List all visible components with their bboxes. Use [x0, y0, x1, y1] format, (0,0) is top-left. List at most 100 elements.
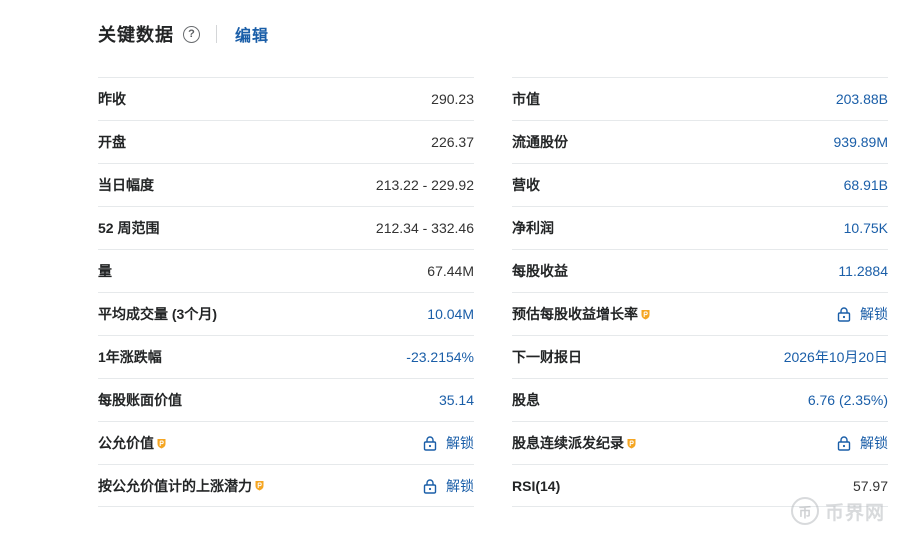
data-row: 下一财报日 2026年10月20日: [512, 335, 888, 378]
row-label: 按公允价值计的上涨潜力: [98, 476, 264, 496]
row-value-link[interactable]: 203.88B: [836, 91, 888, 107]
section-title: 关键数据: [98, 25, 174, 45]
data-row: 当日幅度 213.22 - 229.92: [98, 163, 474, 206]
row-value-link[interactable]: 2026年10月20日: [784, 347, 888, 367]
row-label: 当日幅度: [98, 175, 154, 195]
data-row: 股息 6.76 (2.35%): [512, 378, 888, 421]
row-label: 营收: [512, 175, 540, 195]
data-row: 营收 68.91B: [512, 163, 888, 206]
data-row: 开盘 226.37: [98, 120, 474, 163]
row-label: 下一财报日: [512, 347, 582, 367]
data-row: 每股账面价值 35.14: [98, 378, 474, 421]
data-row: 按公允价值计的上涨潜力 解锁: [98, 464, 474, 507]
row-label: 流通股份: [512, 132, 568, 152]
question-circle-icon[interactable]: ?: [183, 25, 200, 43]
watermark-text: 币界网: [825, 502, 886, 524]
row-label: 昨收: [98, 89, 126, 109]
row-label: 量: [98, 261, 112, 281]
left-data-column: 昨收 290.23 开盘 226.37 当日幅度 213.22 - 229.92 52 周范…: [98, 77, 474, 507]
data-row: 每股收益 11.2884: [512, 249, 888, 292]
unlock-button[interactable]: 解锁: [422, 476, 474, 496]
row-value-link[interactable]: 6.76 (2.35%): [808, 392, 888, 408]
edit-link[interactable]: 编辑: [235, 22, 269, 46]
data-row: 股息连续派发纪录 解锁: [512, 421, 888, 464]
row-value: 212.34 - 332.46: [375, 220, 474, 236]
row-value-link[interactable]: 35.14: [439, 392, 474, 408]
row-label-text: 流通股份: [512, 134, 568, 150]
row-label: 股息: [512, 390, 540, 410]
pro-badge-icon: [627, 438, 636, 449]
row-label: RSI(14): [512, 478, 560, 494]
row-value: 67.44M: [427, 263, 474, 279]
unlock-label: 解锁: [446, 477, 474, 494]
data-row: 市值 203.88B: [512, 77, 888, 120]
row-label: 净利润: [512, 218, 554, 238]
row-label: 平均成交量 (3个月): [98, 304, 217, 324]
row-value: 57.97: [852, 477, 888, 494]
unlock-label: 解锁: [860, 306, 888, 322]
lock-icon: [836, 306, 852, 322]
unlock-button[interactable]: 解锁: [836, 433, 888, 453]
data-row: 52 周范围 212.34 - 332.46: [98, 206, 474, 249]
row-label: 预估每股收益增长率: [512, 304, 650, 324]
pro-badge-icon: [641, 309, 650, 320]
row-value-link[interactable]: 10.75K: [844, 220, 888, 236]
row-label-text: 量: [98, 263, 112, 279]
pro-badge-icon: [255, 480, 264, 491]
row-label-text: 每股收益: [512, 263, 568, 279]
row-label: 52 周范围: [98, 218, 159, 238]
data-row: 净利润 10.75K: [512, 206, 888, 249]
row-value-link[interactable]: -23.2154%: [406, 349, 474, 365]
row-value-link[interactable]: 939.89M: [834, 134, 888, 150]
data-row: 昨收 290.23: [98, 77, 474, 120]
pro-badge-icon: [157, 438, 166, 449]
row-label: 每股收益: [512, 261, 568, 281]
watermark-logo: 币 币界网: [791, 497, 885, 525]
row-label-text: 按公允价值计的上涨潜力: [98, 477, 252, 494]
row-value-link[interactable]: 11.2884: [838, 263, 888, 279]
row-label-text: 52 周范围: [98, 220, 160, 236]
row-label-text: 市值: [512, 91, 540, 107]
row-label-text: 营收: [512, 177, 540, 193]
row-label-text: 净利润: [512, 220, 554, 236]
data-row: 流通股份 939.89M: [512, 120, 888, 163]
data-row: 1年涨跌幅 -23.2154%: [98, 335, 474, 378]
row-label-text: 1年涨跌幅: [98, 349, 162, 365]
right-data-column: 市值 203.88B 流通股份 939.89M 营收 68.91B 净利润 10.75K 每股收…: [512, 77, 888, 507]
row-value-link[interactable]: 68.91B: [844, 177, 888, 193]
header-divider: [216, 25, 217, 43]
row-label-text: 平均成交量 (3个月): [98, 306, 217, 322]
row-value: 290.23: [431, 91, 474, 107]
row-label: 市值: [512, 89, 540, 109]
lock-icon: [836, 435, 852, 451]
row-label: 每股账面价值: [98, 390, 182, 410]
data-row: 平均成交量 (3个月) 10.04M: [98, 292, 474, 335]
unlock-label: 解锁: [446, 435, 474, 451]
data-row: 预估每股收益增长率 解锁: [512, 292, 888, 335]
row-label-text: 下一财报日: [512, 349, 582, 365]
data-row: 量 67.44M: [98, 249, 474, 292]
row-value-link[interactable]: 10.04M: [427, 306, 474, 322]
unlock-button[interactable]: 解锁: [836, 304, 888, 324]
key-data-header: 关键数据 ? 编辑: [98, 20, 269, 48]
unlock-label: 解锁: [860, 435, 888, 451]
row-label-text: 预估每股收益增长率: [512, 306, 638, 322]
row-label-text: 昨收: [98, 91, 126, 107]
lock-icon: [422, 435, 438, 451]
row-value: 213.22 - 229.92: [375, 177, 474, 193]
row-label-text: 当日幅度: [98, 177, 154, 193]
row-label-text: 开盘: [98, 134, 126, 150]
data-row: 公允价值 解锁: [98, 421, 474, 464]
row-label-text: 公允价值: [98, 435, 154, 451]
watermark-circle: 币: [791, 497, 819, 525]
row-label-text: RSI(14): [512, 477, 561, 494]
row-label-text: 每股账面价值: [98, 392, 182, 408]
unlock-button[interactable]: 解锁: [422, 433, 474, 453]
row-label-text: 股息: [512, 392, 540, 408]
row-label: 开盘: [98, 132, 126, 152]
row-label: 1年涨跌幅: [98, 347, 162, 367]
row-label-text: 股息连续派发纪录: [512, 435, 624, 451]
row-label: 公允价值: [98, 433, 166, 453]
lock-icon: [422, 478, 438, 494]
row-value: 226.37: [431, 134, 474, 150]
